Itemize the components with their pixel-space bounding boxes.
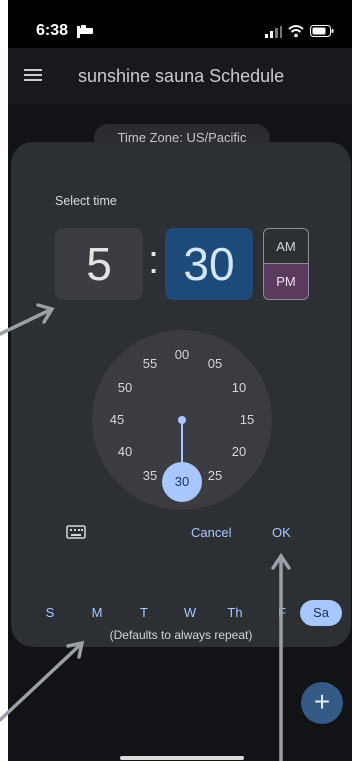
hour-selector[interactable]: 5: [55, 228, 143, 300]
day-sunday[interactable]: S: [37, 600, 63, 626]
app-title: sunshine sauna Schedule: [78, 66, 285, 86]
day-selector: S M T W Th F Sa: [11, 600, 351, 628]
clock-number[interactable]: 55: [137, 356, 163, 372]
add-button[interactable]: +: [301, 682, 343, 724]
am-pm-toggle: AM PM: [263, 228, 309, 300]
day-wednesday[interactable]: W: [177, 600, 203, 626]
clock-number[interactable]: 15: [234, 412, 260, 428]
plus-icon: +: [313, 686, 331, 717]
select-time-label: Select time: [55, 194, 117, 208]
day-friday[interactable]: F: [270, 600, 294, 626]
repeat-note: (Defaults to always repeat): [109, 628, 253, 642]
minute-selector[interactable]: 30: [165, 228, 253, 300]
cancel-button[interactable]: Cancel: [191, 525, 231, 540]
clock-number[interactable]: 10: [226, 380, 252, 396]
phone-screen: 6:38 sunshine sauna Schedule Time Zone: …: [8, 0, 352, 761]
clock-number[interactable]: 05: [202, 356, 228, 372]
time-separator: :: [148, 238, 160, 282]
app-bar: sunshine sauna Schedule: [8, 48, 352, 104]
am-button[interactable]: AM: [264, 229, 308, 264]
clock-number[interactable]: 20: [226, 444, 252, 460]
pm-button[interactable]: PM: [264, 264, 308, 299]
clock-center: [178, 416, 186, 424]
wifi-icon: [288, 25, 304, 38]
day-thursday[interactable]: Th: [220, 600, 250, 626]
status-bar: 6:38: [8, 0, 352, 48]
bed-icon: [77, 25, 93, 38]
day-tuesday[interactable]: T: [131, 600, 157, 626]
battery-icon: [310, 25, 334, 37]
selected-minute[interactable]: 30: [162, 462, 202, 502]
ok-button[interactable]: OK: [272, 525, 291, 540]
clock-number[interactable]: 25: [202, 468, 228, 484]
clock-number[interactable]: 40: [112, 444, 138, 460]
time-picker-dialog: Select time 5 : 30 AM PM 00 05 10 15 20 …: [11, 142, 351, 647]
clock-dial[interactable]: 00 05 10 15 20 25 30 35 40 45 50 55: [92, 330, 272, 510]
clock-number[interactable]: 50: [112, 380, 138, 396]
clock-number[interactable]: 00: [169, 347, 195, 363]
signal-icon: [265, 26, 282, 38]
day-monday[interactable]: M: [84, 600, 110, 626]
day-saturday[interactable]: Sa: [300, 600, 342, 626]
status-time: 6:38: [36, 22, 69, 39]
home-indicator: [120, 756, 244, 760]
menu-icon[interactable]: [24, 68, 42, 82]
keyboard-icon[interactable]: [66, 525, 86, 539]
clock-number[interactable]: 35: [137, 468, 163, 484]
clock-number[interactable]: 45: [104, 412, 130, 428]
